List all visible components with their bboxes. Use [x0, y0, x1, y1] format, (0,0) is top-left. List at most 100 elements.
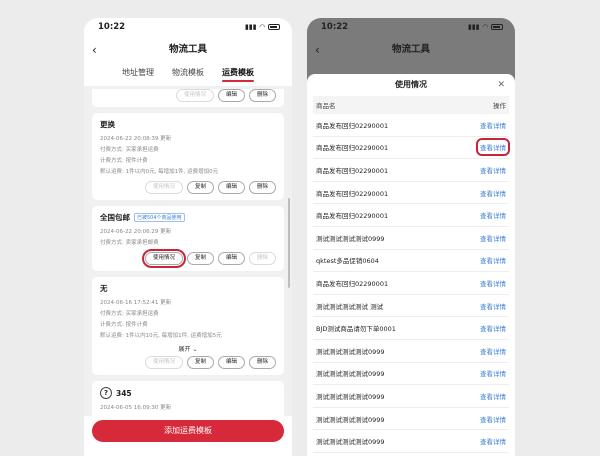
table-row: 测试测试测试测试0999 查看详情: [313, 385, 509, 408]
close-icon[interactable]: ✕: [497, 74, 505, 96]
product-name: qktest多品促销0604: [316, 257, 379, 266]
chevron-down-icon: ⌄: [192, 346, 198, 353]
table-header: 商品名 操作: [313, 96, 509, 114]
wifi-icon: ◠: [259, 23, 265, 31]
sheet-title: 使用情况 ✕: [307, 74, 515, 96]
delete-button[interactable]: 删除: [248, 89, 276, 102]
battery-icon: [491, 24, 503, 30]
table-row: 测试测试测试测试0999 查看详情: [313, 227, 509, 250]
signal-icon: ▮▮▮: [468, 23, 480, 31]
signal-icon: ▮▮▮: [245, 23, 257, 31]
product-name: BJD测试商品请勿下单0001: [316, 325, 396, 334]
page-title: 物流工具: [168, 44, 207, 55]
view-details-link[interactable]: 查看详情: [480, 165, 506, 175]
table-row: 商品发布回归02290001 查看详情: [313, 159, 509, 182]
product-name: 测试测试测试测试0999: [316, 234, 385, 243]
delete-button[interactable]: 删除: [248, 252, 276, 265]
table-row: 商品发布回归02290001 查看详情: [313, 137, 510, 160]
tab-address[interactable]: 地址管理: [122, 64, 154, 82]
usage-count-badge: 已被504个商品使用: [134, 213, 185, 222]
template-card: ? 345 2024-06-05 16:09:30 更新: [92, 381, 284, 416]
view-details-link[interactable]: 查看详情: [480, 255, 506, 265]
copy-button[interactable]: 复制: [186, 181, 214, 194]
view-details-link[interactable]: 查看详情: [480, 368, 506, 378]
template-name: 更换: [100, 120, 115, 129]
view-details-link[interactable]: 查看详情: [480, 210, 506, 220]
product-name: 测试测试测试测试0999: [316, 415, 385, 424]
column-header-name: 商品名: [316, 102, 336, 110]
template-list-screen: 10:22 ▮▮▮ ◠ ‹ 物流工具 地址管理 物流模板 运费模板 使用情况 编…: [84, 18, 292, 456]
usage-table: 商品名 操作 商品发布回归02290001 查看详情 商品发布回归02290001 查…: [313, 96, 510, 456]
add-freight-template-button[interactable]: 添加运费模板: [92, 420, 284, 442]
view-details-link[interactable]: 查看详情: [480, 414, 506, 424]
view-details-link[interactable]: 查看详情: [480, 120, 506, 130]
table-row: qktest多品促销0604 查看详情: [313, 250, 509, 273]
product-name: 测试测试测试测试0999: [316, 392, 385, 401]
status-time: 10:22: [98, 22, 126, 32]
table-row: 商品发布回归02290001 查看详情: [313, 272, 509, 295]
view-details-link[interactable]: 查看详情: [480, 301, 506, 311]
status-bar: 10:22 ▮▮▮ ◠: [307, 18, 515, 36]
delete-button[interactable]: 删除: [248, 181, 276, 194]
template-card: 更换 2024-06-22 20:08:39 更新 付费方式: 买家承担运费 计…: [92, 113, 284, 200]
table-row: BJD测试商品请勿下单0001 查看详情: [313, 317, 509, 340]
scrollbar[interactable]: [288, 198, 290, 288]
product-name: 测试测试测试测试0999: [316, 347, 385, 356]
view-details-link[interactable]: 查看详情: [480, 188, 506, 198]
tab-freight-template[interactable]: 运费模板: [222, 64, 254, 82]
view-details-link[interactable]: 查看详情: [480, 233, 506, 243]
table-row: 测试测试测试测试0999 查看详情: [313, 408, 509, 431]
template-name: 无: [100, 284, 108, 293]
template-name: ? 345: [100, 387, 276, 399]
copy-button[interactable]: 复制: [186, 252, 214, 265]
template-card-partial: 使用情况 编辑 删除: [92, 89, 284, 107]
table-row: 测试测试测试测试 测试 查看详情: [313, 295, 509, 318]
table-row: 商品发布回归02290001 查看详情: [313, 182, 509, 205]
copy-button[interactable]: 复制: [186, 356, 214, 369]
nav-bar: ‹ 物流工具: [307, 40, 515, 60]
product-name: 测试测试测试测试0999: [316, 438, 385, 447]
status-bar: 10:22 ▮▮▮ ◠: [84, 18, 292, 36]
product-name: 商品发布回归02290001: [316, 121, 389, 130]
updated-time: 2024-06-22 20:06:29 更新: [100, 229, 172, 235]
usage-button[interactable]: 使用情况: [144, 181, 183, 194]
table-row: 商品发布回归02290001 查看详情: [313, 114, 509, 137]
status-time: 10:22: [321, 22, 349, 32]
expand-toggle[interactable]: 展开 ⌄: [100, 344, 276, 353]
back-icon[interactable]: ‹: [315, 40, 320, 60]
product-name: 商品发布回归02290001: [316, 144, 389, 153]
tab-logistics-template[interactable]: 物流模板: [172, 64, 204, 82]
usage-button[interactable]: 使用情况: [175, 89, 214, 102]
table-row: 测试测试测试测试0999 查看详情: [313, 430, 509, 453]
edit-button[interactable]: 编辑: [217, 252, 245, 265]
updated-time: 2024-06-16 17:52:41 更新: [100, 300, 172, 306]
product-name: 测试测试测试测试 测试: [316, 302, 384, 311]
product-name: 商品发布回归02290001: [316, 166, 389, 175]
question-mark-icon[interactable]: ?: [100, 387, 112, 399]
table-row: 测试测试测试测试0999 查看详情: [313, 363, 509, 386]
view-details-link[interactable]: 查看详情: [480, 436, 506, 446]
view-details-link[interactable]: 查看详情: [480, 346, 506, 356]
back-icon[interactable]: ‹: [92, 40, 97, 60]
view-details-link[interactable]: 查看详情: [480, 391, 506, 401]
nav-bar: ‹ 物流工具: [84, 40, 292, 60]
edit-button[interactable]: 编辑: [217, 181, 245, 194]
view-details-link[interactable]: 查看详情: [480, 323, 506, 333]
edit-button[interactable]: 编辑: [217, 356, 245, 369]
usage-button[interactable]: 使用情况: [141, 249, 186, 268]
view-details-link[interactable]: 查看详情: [480, 278, 506, 288]
column-header-action: 操作: [493, 102, 506, 110]
table-row: 测试测试测试测试0999 查看详情: [313, 340, 509, 363]
view-details-link[interactable]: 查看详情: [476, 138, 510, 157]
product-name: 测试测试测试测试0999: [316, 370, 385, 379]
template-card: 全国包邮 已被504个商品使用 2024-06-22 20:06:29 更新 付费…: [92, 206, 284, 271]
usage-button[interactable]: 使用情况: [144, 356, 183, 369]
template-card: 无 2024-06-16 17:52:41 更新 付费方式: 买家承担运费 计费…: [92, 277, 284, 375]
page-title: 物流工具: [391, 44, 430, 55]
edit-button[interactable]: 编辑: [217, 89, 245, 102]
table-row: 商品发布回归02290001 查看详情: [313, 204, 509, 227]
battery-icon: [268, 24, 280, 30]
usage-modal-screen: 10:22 ▮▮▮ ◠ ‹ 物流工具 使用情况 ✕ 商品名 操作 商品发布回归0…: [307, 18, 515, 456]
product-name: 商品发布回归02290001: [316, 189, 389, 198]
delete-button[interactable]: 删除: [248, 356, 276, 369]
